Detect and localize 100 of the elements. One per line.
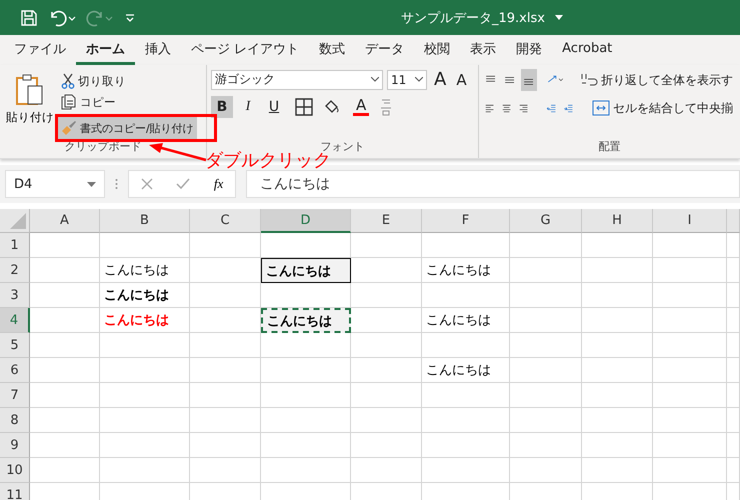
table-cell[interactable]: [510, 383, 582, 408]
table-cell[interactable]: [261, 408, 351, 433]
table-cell[interactable]: [261, 383, 351, 408]
table-cell[interactable]: こんにちは: [422, 358, 510, 383]
phonetic-icon[interactable]: [379, 98, 394, 116]
table-cell[interactable]: [653, 458, 727, 483]
table-cell[interactable]: [261, 358, 351, 383]
table-cell[interactable]: [30, 358, 100, 383]
table-cell[interactable]: [190, 358, 261, 383]
column-header[interactable]: H: [582, 209, 653, 233]
table-cell[interactable]: [727, 433, 740, 458]
table-cell[interactable]: [510, 333, 582, 358]
table-cell[interactable]: [100, 383, 190, 408]
row-header[interactable]: 6: [0, 358, 30, 383]
table-cell[interactable]: [582, 283, 653, 308]
table-cell[interactable]: [582, 358, 653, 383]
undo-icon[interactable]: [48, 8, 76, 26]
table-cell[interactable]: [582, 333, 653, 358]
paste-button[interactable]: 貼り付け: [4, 69, 56, 139]
table-cell[interactable]: [510, 433, 582, 458]
table-cell[interactable]: こんにちは: [100, 308, 190, 333]
redo-icon[interactable]: [86, 8, 114, 26]
table-cell[interactable]: [727, 458, 740, 483]
table-cell[interactable]: [422, 433, 510, 458]
table-cell[interactable]: [653, 408, 727, 433]
table-cell[interactable]: こんにちは: [261, 258, 351, 283]
table-cell[interactable]: [30, 458, 100, 483]
column-header[interactable]: C: [190, 209, 261, 233]
table-cell[interactable]: [510, 458, 582, 483]
copy-button[interactable]: コピー: [58, 92, 197, 112]
table-cell[interactable]: こんにちは: [422, 308, 510, 333]
table-cell[interactable]: [30, 333, 100, 358]
row-header[interactable]: 1: [0, 233, 30, 258]
ribbon-tab[interactable]: 数式: [309, 36, 356, 64]
table-cell[interactable]: [510, 308, 582, 333]
customize-icon[interactable]: [124, 12, 136, 24]
table-cell[interactable]: [653, 358, 727, 383]
table-cell[interactable]: [653, 433, 727, 458]
table-cell[interactable]: [422, 408, 510, 433]
table-cell[interactable]: [351, 433, 422, 458]
table-cell[interactable]: [510, 358, 582, 383]
row-header[interactable]: 8: [0, 408, 30, 433]
row-header[interactable]: 9: [0, 433, 30, 458]
table-cell[interactable]: [582, 408, 653, 433]
table-cell[interactable]: [351, 408, 422, 433]
cancel-icon[interactable]: [140, 178, 153, 190]
save-icon[interactable]: [20, 8, 38, 26]
ribbon-tab[interactable]: データ: [355, 36, 414, 64]
font-name-field[interactable]: 游ゴシック: [211, 70, 383, 90]
table-cell[interactable]: [100, 233, 190, 258]
table-cell[interactable]: [653, 233, 727, 258]
table-cell[interactable]: [727, 308, 740, 333]
wrap-text-button[interactable]: 折り返して全体を表示す: [577, 69, 736, 91]
table-cell[interactable]: [653, 333, 727, 358]
shrink-font-button[interactable]: A: [453, 70, 470, 88]
table-cell[interactable]: [582, 258, 653, 283]
table-cell[interactable]: [351, 333, 422, 358]
merge-center-button[interactable]: セルを結合して中央揃: [589, 97, 736, 119]
table-cell[interactable]: [653, 283, 727, 308]
table-cell[interactable]: [351, 283, 422, 308]
caret-icon[interactable]: [554, 15, 563, 20]
ribbon-tab[interactable]: 表示: [460, 36, 506, 64]
table-cell[interactable]: [582, 308, 653, 333]
table-cell[interactable]: [190, 283, 261, 308]
name-box[interactable]: D4: [5, 170, 105, 198]
table-cell[interactable]: [190, 233, 261, 258]
column-header[interactable]: F: [422, 209, 510, 233]
select-all-button[interactable]: [0, 209, 30, 233]
row-header[interactable]: 4: [0, 308, 30, 333]
table-cell[interactable]: [30, 408, 100, 433]
table-cell[interactable]: [100, 333, 190, 358]
column-header[interactable]: E: [351, 209, 422, 233]
format-painter-button[interactable]: 書式のコピー/貼り付け: [58, 117, 197, 139]
table-cell[interactable]: [582, 433, 653, 458]
table-cell[interactable]: [30, 383, 100, 408]
table-cell[interactable]: [422, 383, 510, 408]
table-cell[interactable]: [582, 233, 653, 258]
table-cell[interactable]: [261, 433, 351, 458]
column-header[interactable]: B: [100, 209, 190, 233]
font-color-button[interactable]: A: [353, 98, 370, 116]
table-cell[interactable]: [30, 308, 100, 333]
row-header[interactable]: 11: [0, 483, 30, 500]
row-header[interactable]: 10: [0, 458, 30, 483]
table-cell[interactable]: [653, 308, 727, 333]
table-cell[interactable]: [100, 358, 190, 383]
table-cell[interactable]: [582, 383, 653, 408]
row-header[interactable]: 3: [0, 283, 30, 308]
table-cell[interactable]: [582, 458, 653, 483]
font-size-field[interactable]: 11: [387, 70, 427, 90]
italic-button[interactable]: I: [237, 96, 259, 118]
borders-icon[interactable]: [295, 98, 313, 116]
table-cell[interactable]: こんにちは: [422, 258, 510, 283]
cut-button[interactable]: 切り取り: [58, 71, 197, 91]
table-cell[interactable]: [510, 258, 582, 283]
ribbon-tab[interactable]: 校閲: [414, 36, 460, 64]
table-cell[interactable]: [261, 333, 351, 358]
table-cell[interactable]: [30, 233, 100, 258]
table-cell[interactable]: [351, 233, 422, 258]
table-cell[interactable]: [100, 408, 190, 433]
column-header[interactable]: [727, 209, 740, 233]
